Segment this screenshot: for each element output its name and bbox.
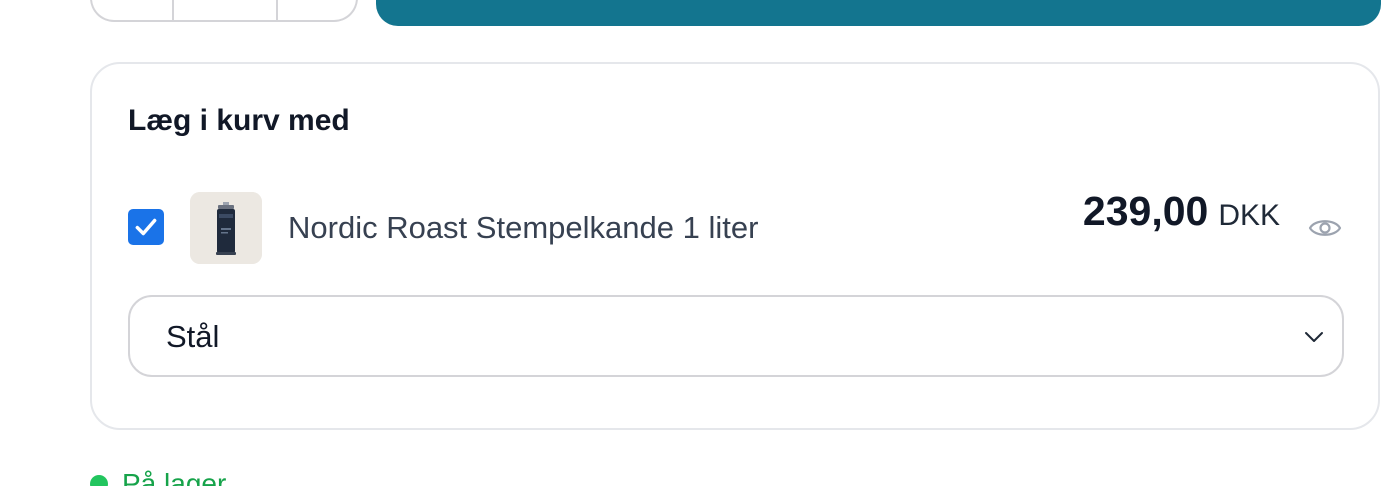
variant-select[interactable]: Stål	[128, 295, 1344, 377]
add-to-cart-button[interactable]	[376, 0, 1381, 26]
quantity-decrease-button[interactable]	[92, 0, 174, 20]
variant-select-value: Stål	[166, 319, 220, 354]
stock-status-dot	[90, 475, 108, 486]
bundle-card: Læg i kurv med Nordic Roast Stempelkande…	[90, 62, 1380, 430]
eye-icon[interactable]	[1308, 214, 1342, 242]
product-page: Læg i kurv med Nordic Roast Stempelkande…	[0, 0, 1400, 486]
bundle-item-price: 239,00 DKK	[1083, 188, 1280, 235]
bundle-item-name[interactable]: Nordic Roast Stempelkande 1 liter	[288, 210, 758, 246]
product-thumbnail[interactable]	[190, 192, 262, 264]
stock-status: På lager	[90, 468, 226, 486]
checkmark-icon	[135, 218, 157, 236]
bundle-item-checkbox[interactable]	[128, 209, 164, 245]
bundle-title: Læg i kurv med	[128, 104, 350, 137]
french-press-image	[190, 192, 262, 264]
quantity-stepper[interactable]	[90, 0, 358, 22]
quantity-value[interactable]	[174, 0, 278, 20]
stock-status-label: På lager	[122, 468, 227, 486]
price-currency: DKK	[1218, 199, 1280, 232]
chevron-down-icon	[1305, 332, 1323, 342]
quantity-increase-button[interactable]	[278, 0, 356, 20]
price-amount: 239,00	[1082, 188, 1209, 234]
